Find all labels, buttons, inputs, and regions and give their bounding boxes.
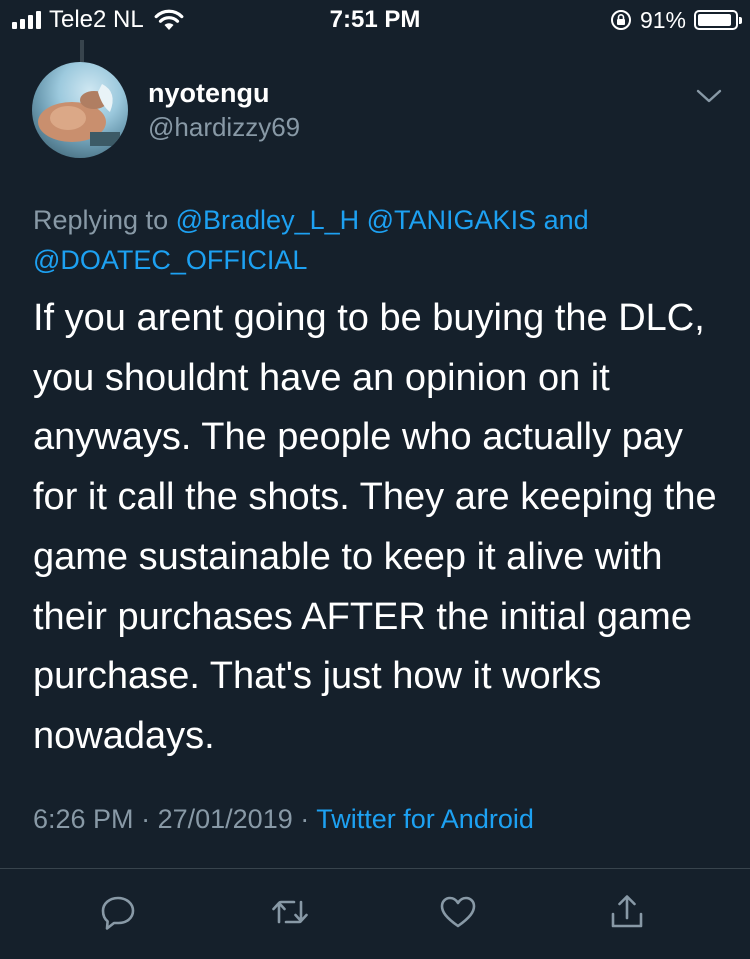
tweet-text: If you arent going to be buying the DLC,… (33, 297, 717, 757)
retweet-icon (272, 900, 308, 924)
avatar-image (38, 84, 120, 146)
chevron-down-icon[interactable] (694, 84, 724, 108)
mention-link[interactable]: @TANIGAKIS (367, 205, 536, 235)
like-icon (440, 896, 476, 928)
divider (0, 868, 750, 869)
mention-link[interactable]: @DOATEC_OFFICIAL (33, 245, 307, 275)
share-button[interactable] (607, 892, 647, 932)
thread-connector-line (80, 40, 84, 62)
battery-fill (698, 14, 731, 26)
battery-icon (694, 10, 742, 30)
status-bar: Tele2 NL 7:51 PM 91% (0, 0, 750, 40)
status-right: 91% (610, 6, 742, 34)
like-button[interactable] (438, 892, 478, 932)
reply-button[interactable] (98, 892, 138, 932)
meta-separator: · (300, 804, 310, 834)
replying-to-label: Replying to (33, 205, 169, 235)
tweet-source-link[interactable]: Twitter for Android (316, 804, 534, 834)
mention-joiner: and (543, 205, 589, 235)
tweet-date: 27/01/2019 (157, 804, 293, 834)
user-handle[interactable]: @hardizzy69 (148, 112, 300, 143)
battery-percent: 91% (639, 6, 686, 33)
retweet-button[interactable] (270, 892, 310, 932)
meta-separator: · (141, 804, 151, 834)
tweet-time: 6:26 PM (33, 804, 134, 834)
avatar[interactable] (32, 62, 128, 158)
share-icon (611, 895, 643, 928)
display-name[interactable]: nyotengu (148, 78, 270, 109)
tweet-metadata: 6:26 PM · 27/01/2019 · Twitter for Andro… (33, 804, 534, 835)
reply-icon (101, 896, 135, 930)
orientation-lock-icon (610, 10, 631, 30)
replying-to: Replying to @Bradley_L_H @TANIGAKIS and … (33, 200, 693, 280)
mention-link[interactable]: @Bradley_L_H (176, 205, 360, 235)
